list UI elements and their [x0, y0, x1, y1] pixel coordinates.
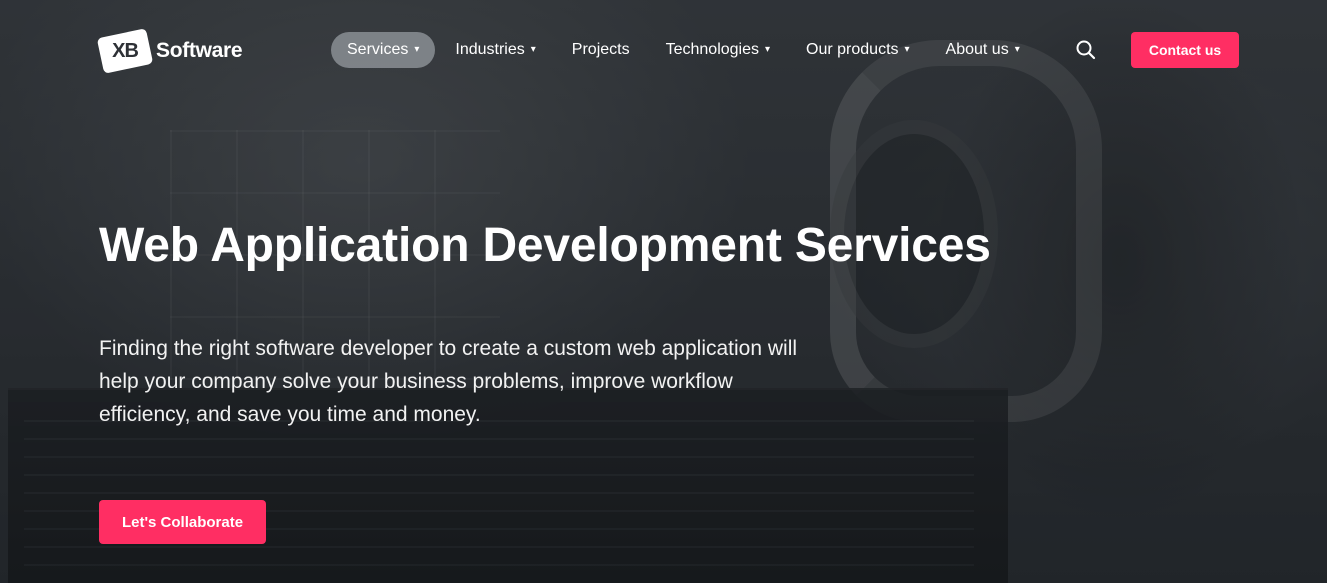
- nav-item-our-products[interactable]: Our products ▾: [790, 32, 926, 68]
- contact-us-button[interactable]: Contact us: [1131, 32, 1239, 68]
- nav-item-label: Our products: [806, 41, 899, 58]
- hero-section: XB Software Services ▾ Industries ▾ Proj…: [0, 0, 1327, 583]
- search-icon: [1076, 40, 1096, 60]
- chevron-down-icon: ▾: [904, 44, 910, 55]
- nav-item-industries[interactable]: Industries ▾: [439, 32, 551, 68]
- page-title: Web Application Development Services: [99, 219, 991, 272]
- nav-item-label: Technologies: [665, 41, 759, 58]
- nav-item-services[interactable]: Services ▾: [331, 32, 436, 68]
- chevron-down-icon: ▾: [1014, 44, 1020, 55]
- nav-menu: Services ▾ Industries ▾ Projects Technol…: [331, 32, 1040, 68]
- logo-mark-text: XB: [112, 39, 138, 62]
- chevron-down-icon: ▾: [765, 44, 771, 55]
- top-navbar: XB Software Services ▾ Industries ▾ Proj…: [0, 0, 1327, 100]
- nav-item-technologies[interactable]: Technologies ▾: [650, 32, 786, 68]
- brand-logo[interactable]: XB Software: [96, 28, 243, 74]
- nav-item-label: About us: [945, 41, 1009, 58]
- nav-item-projects[interactable]: Projects: [556, 32, 646, 68]
- nav-item-label: Projects: [571, 41, 630, 58]
- nav-item-label: Services: [347, 41, 409, 58]
- nav-item-about-us[interactable]: About us ▾: [930, 32, 1036, 68]
- chevron-down-icon: ▾: [414, 44, 420, 55]
- search-button[interactable]: [1074, 38, 1098, 62]
- hero-description: Finding the right software developer to …: [99, 337, 798, 426]
- logo-text: Software: [156, 39, 243, 62]
- lets-collaborate-button[interactable]: Let's Collaborate: [99, 500, 266, 544]
- logo-mark: XB: [96, 28, 154, 74]
- nav-item-label: Industries: [455, 41, 525, 58]
- chevron-down-icon: ▾: [530, 44, 536, 55]
